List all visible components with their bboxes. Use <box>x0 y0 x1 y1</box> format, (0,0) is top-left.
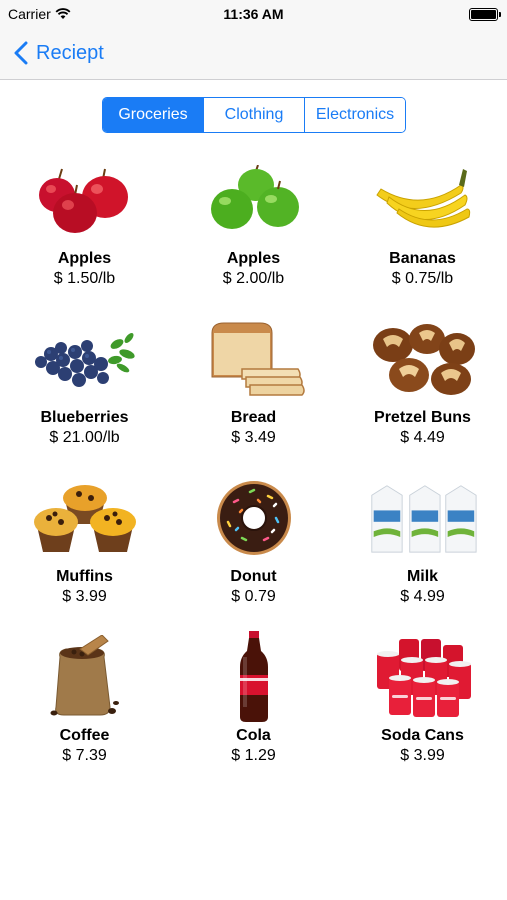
donut-icon <box>199 478 309 558</box>
cola-icon <box>199 631 309 722</box>
product-name: Bananas <box>389 250 456 267</box>
product-tile[interactable]: Milk $ 4.99 <box>338 478 507 637</box>
product-price: $ 0.75/lb <box>391 270 454 287</box>
battery-icon <box>469 8 501 21</box>
product-name: Apples <box>57 250 112 267</box>
green-apples-icon <box>199 160 309 240</box>
product-tile[interactable]: Cola $ 1.29 <box>169 631 338 796</box>
segment-electronics[interactable]: Electronics <box>304 98 405 132</box>
product-price: $ 4.99 <box>400 588 445 605</box>
product-name: Blueberries <box>40 409 129 426</box>
segment-clothing[interactable]: Clothing <box>203 98 304 132</box>
navigation-bar: Reciept <box>0 28 507 80</box>
product-price: $ 7.39 <box>62 747 107 764</box>
category-segmented-control: Groceries Clothing Electronics <box>102 97 406 133</box>
segment-groceries[interactable]: Groceries <box>103 98 203 132</box>
product-name: Pretzel Buns <box>374 409 471 426</box>
product-name: Coffee <box>59 727 110 744</box>
product-tile[interactable]: Coffee $ 7.39 <box>0 635 169 796</box>
product-price: $ 3.99 <box>62 588 107 605</box>
muffins-icon <box>30 478 140 558</box>
product-tile[interactable]: Apples $ 2.00/lb <box>169 160 338 319</box>
product-price: $ 3.99 <box>400 747 445 764</box>
product-name: Milk <box>406 568 439 585</box>
bread-icon <box>199 319 309 399</box>
product-price: $ 2.00/lb <box>222 270 285 287</box>
bananas-icon <box>368 160 478 240</box>
milk-icon <box>368 478 478 558</box>
product-tile[interactable]: Soda Cans $ 3.99 <box>338 637 507 796</box>
chevron-left-icon <box>14 41 28 65</box>
product-grid: Apples $ 1.50/lb Apples $ 2.00/lb Banana… <box>0 160 507 796</box>
product-name: Bread <box>230 409 277 426</box>
product-price: $ 4.49 <box>400 429 445 446</box>
back-button[interactable]: Reciept <box>14 38 104 68</box>
product-name: Cola <box>236 727 271 744</box>
product-tile[interactable]: Apples $ 1.50/lb <box>0 160 169 319</box>
product-name: Apples <box>226 250 281 267</box>
product-name: Soda Cans <box>381 727 464 744</box>
product-name: Donut <box>230 568 277 585</box>
back-label: Reciept <box>36 41 104 64</box>
product-tile[interactable]: Bananas $ 0.75/lb <box>338 160 507 319</box>
product-price: $ 0.79 <box>231 588 276 605</box>
product-tile[interactable]: Donut $ 0.79 <box>169 478 338 637</box>
red-apples-icon <box>30 160 140 240</box>
pretzel-buns-icon <box>368 319 478 399</box>
product-price: $ 1.50/lb <box>53 270 116 287</box>
status-bar: Carrier 11:36 AM <box>0 0 507 28</box>
product-tile[interactable]: Muffins $ 3.99 <box>0 478 169 637</box>
product-tile[interactable]: Pretzel Buns $ 4.49 <box>338 319 507 478</box>
product-tile[interactable]: Blueberries $ 21.00/lb <box>0 319 169 478</box>
blueberries-icon <box>30 319 140 399</box>
product-price: $ 21.00/lb <box>49 429 120 446</box>
product-name: Muffins <box>56 568 113 585</box>
coffee-icon <box>30 635 140 717</box>
soda-cans-icon <box>368 637 478 717</box>
product-price: $ 3.49 <box>231 429 276 446</box>
product-price: $ 1.29 <box>231 747 276 764</box>
product-tile[interactable]: Bread $ 3.49 <box>169 319 338 478</box>
status-time: 11:36 AM <box>223 6 284 22</box>
